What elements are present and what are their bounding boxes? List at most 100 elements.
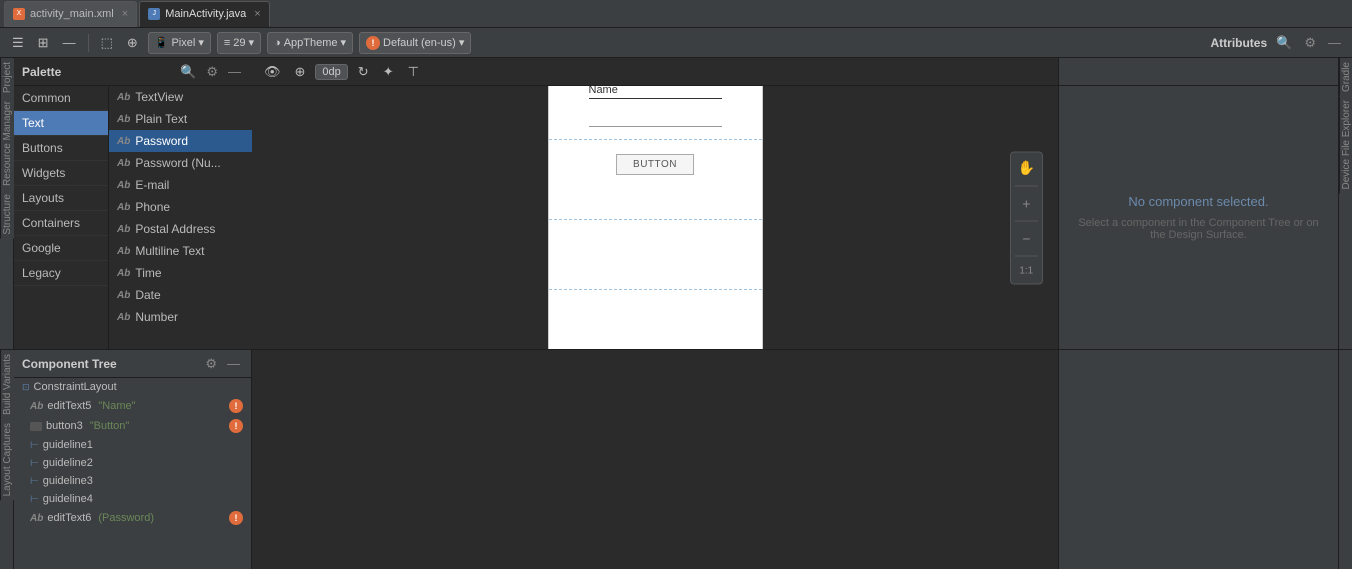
api-dropdown[interactable]: ≡ 29 ▾	[217, 32, 261, 54]
theme-dropdown[interactable]: ◑ AppTheme ▾	[267, 32, 353, 54]
tree-item-edittext5[interactable]: Ab editText5 "Name" !	[14, 396, 251, 416]
date-icon: Ab	[117, 290, 130, 301]
tree-collapse-btn[interactable]: —	[224, 355, 243, 372]
pan-tool-btn[interactable]: ✋	[1015, 156, 1038, 179]
build-variants-label[interactable]: Build Variants	[0, 350, 14, 419]
toolbar-palette-btn[interactable]: ☰	[8, 33, 28, 53]
edittext6-id: (Password)	[98, 512, 154, 524]
palette-item-textview[interactable]: Ab TextView	[109, 86, 252, 108]
guideline2-label: guideline2	[43, 457, 93, 469]
tab-close-xml[interactable]: ×	[122, 8, 128, 20]
inset-label[interactable]: 0dp	[315, 64, 347, 80]
device-dropdown[interactable]: 📱 Pixel ▾	[148, 32, 211, 54]
category-layouts[interactable]: Layouts	[14, 186, 108, 211]
textview-icon: Ab	[117, 92, 130, 103]
category-common[interactable]: Common	[14, 86, 108, 111]
palette-item-multiline[interactable]: Ab Multiline Text	[109, 240, 252, 262]
phone-password-field	[589, 124, 722, 127]
toolbar-minus-btn[interactable]: —	[59, 33, 80, 52]
attr-settings-btn[interactable]: ⚙	[1301, 34, 1319, 52]
guideline3-icon: ⊢	[30, 476, 39, 487]
palette-item-label: Number	[135, 310, 178, 324]
guideline3-label: guideline3	[43, 475, 93, 487]
device-file-label[interactable]: Device File Explorer	[1339, 96, 1352, 193]
tree-item-guideline3[interactable]: ⊢ guideline3	[14, 472, 251, 490]
project-label[interactable]: Project	[0, 58, 14, 97]
number-icon: Ab	[117, 312, 130, 323]
design-area: 👁 ⊕ 0dp ↻ ✦ ⊤ Name	[252, 58, 1058, 349]
zoom-in-btn[interactable]: +	[1015, 192, 1038, 214]
category-buttons[interactable]: Buttons	[14, 136, 108, 161]
email-icon: Ab	[117, 180, 130, 191]
palette-collapse-btn[interactable]: —	[225, 63, 244, 80]
palette-item-password-num[interactable]: Ab Password (Nu...	[109, 152, 252, 174]
palette-item-label: E-mail	[135, 178, 169, 192]
locale-dropdown[interactable]: ! Default (en-us) ▾	[359, 32, 471, 54]
layout-captures-label[interactable]: Layout Captures	[0, 419, 14, 500]
java-icon: J	[148, 8, 160, 20]
tree-settings-btn[interactable]: ⚙	[202, 355, 220, 373]
palette-item-phone[interactable]: Ab Phone	[109, 196, 252, 218]
category-google[interactable]: Google	[14, 236, 108, 261]
design-baseline-btn[interactable]: ⊤	[404, 62, 423, 82]
palette-item-plain-text[interactable]: Ab Plain Text	[109, 108, 252, 130]
zoom-fit-btn[interactable]: 1:1	[1015, 262, 1038, 279]
bottom-right-labels	[1338, 350, 1352, 569]
category-text[interactable]: Text	[14, 111, 108, 136]
category-legacy[interactable]: Legacy	[14, 261, 108, 286]
tree-item-guideline2[interactable]: ⊢ guideline2	[14, 454, 251, 472]
design-canvas: Name BUTTON ✋ + − 1:1	[252, 86, 1058, 349]
tree-items-container: ⊡ ConstraintLayout Ab editText5 "Name" !…	[14, 378, 251, 569]
phone-icon: Ab	[117, 202, 130, 213]
tree-item-constraint-layout[interactable]: ⊡ ConstraintLayout	[14, 378, 251, 396]
guideline4-icon: ⊢	[30, 494, 39, 505]
palette-item-number[interactable]: Ab Number	[109, 306, 252, 328]
attr-collapse-btn[interactable]: —	[1325, 34, 1344, 51]
palette-item-postal[interactable]: Ab Postal Address	[109, 218, 252, 240]
edittext5-icon: Ab	[30, 401, 43, 412]
category-widgets[interactable]: Widgets	[14, 161, 108, 186]
palette-item-password[interactable]: Ab Password	[109, 130, 252, 152]
tab-main-activity-java[interactable]: J MainActivity.java ×	[139, 1, 270, 27]
gradle-label[interactable]: Gradle	[1339, 58, 1352, 96]
edittext6-icon: Ab	[30, 513, 43, 524]
guideline1-icon: ⊢	[30, 440, 39, 451]
design-constraints-btn[interactable]: ↻	[354, 62, 373, 82]
toolbar-magnet-btn[interactable]: ⊕	[123, 33, 142, 53]
tab-activity-main-xml[interactable]: X activity_main.xml ×	[4, 1, 137, 27]
tree-item-guideline4[interactable]: ⊢ guideline4	[14, 490, 251, 508]
zoom-out-btn[interactable]: −	[1015, 227, 1038, 249]
design-wand-btn[interactable]: ✦	[379, 62, 398, 82]
theme-icon: ◑	[274, 37, 281, 49]
palette-search-btn[interactable]: 🔍	[177, 63, 199, 81]
tree-item-button3[interactable]: button3 "Button" !	[14, 416, 251, 436]
design-eye-btn[interactable]: 👁	[260, 62, 285, 82]
palette-header: Palette 🔍 ⚙ —	[14, 58, 252, 86]
constraint-layout-icon: ⊡	[22, 382, 30, 393]
locale-chevron-icon: ▾	[459, 36, 465, 49]
password-icon: Ab	[117, 136, 130, 147]
main-area: Project Resource Manager Structure Palet…	[0, 58, 1352, 349]
tab-close-java[interactable]: ×	[254, 8, 260, 20]
structure-label[interactable]: Structure	[0, 190, 14, 239]
toolbar-orientation-btn[interactable]: ⬚	[97, 33, 117, 53]
separator-1	[88, 34, 89, 52]
palette-item-time[interactable]: Ab Time	[109, 262, 252, 284]
tab-bar: X activity_main.xml × J MainActivity.jav…	[0, 0, 1352, 28]
attr-search-btn[interactable]: 🔍	[1273, 34, 1295, 52]
tree-item-edittext6[interactable]: Ab editText6 (Password) !	[14, 508, 251, 528]
palette-item-email[interactable]: Ab E-mail	[109, 174, 252, 196]
category-containers[interactable]: Containers	[14, 211, 108, 236]
palette-settings-btn[interactable]: ⚙	[203, 63, 221, 81]
api-icon: ≡	[224, 37, 230, 49]
tree-item-guideline1[interactable]: ⊢ guideline1	[14, 436, 251, 454]
resource-manager-label[interactable]: Resource Manager	[0, 97, 14, 190]
palette-categories: Common Text Buttons Widgets Layouts Cont…	[14, 86, 109, 349]
tool-divider-3	[1015, 255, 1038, 256]
design-magnet-btn[interactable]: ⊕	[291, 62, 310, 82]
toolbar-grid-btn[interactable]: ⊞	[34, 33, 53, 53]
attr-hint-text: Select a component in the Component Tree…	[1075, 217, 1322, 241]
palette-item-label: TextView	[135, 90, 183, 104]
palette-item-date[interactable]: Ab Date	[109, 284, 252, 306]
palette-content: Common Text Buttons Widgets Layouts Cont…	[14, 86, 252, 349]
